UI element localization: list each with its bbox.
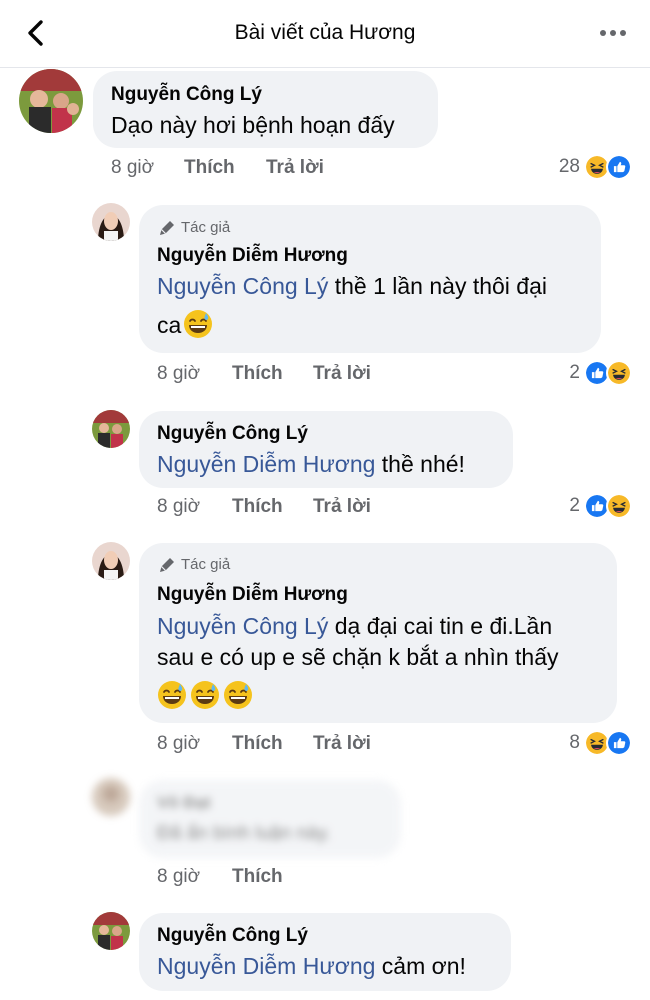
comment-text: dạ đại cai tin e đi.Lần bbox=[328, 613, 553, 639]
haha-reaction-icon bbox=[606, 360, 632, 386]
like-button[interactable]: Thích bbox=[232, 496, 283, 518]
mention-link[interactable]: Nguyễn Công Lý bbox=[157, 273, 328, 299]
comment-bubble[interactable]: Nguyễn Công Lý Nguyễn Diễm Hương thề nhé… bbox=[139, 411, 513, 488]
page-title: Bài viết của Hương bbox=[234, 21, 416, 44]
comment-time: 8 giờ bbox=[157, 496, 201, 517]
reply-button[interactable]: Trả lời bbox=[313, 733, 371, 755]
reaction-count: 2 bbox=[569, 362, 580, 383]
like-reaction-icon bbox=[606, 154, 632, 180]
commenter-name[interactable]: Nguyễn Công Lý bbox=[157, 423, 308, 445]
sweat-smile-emoji bbox=[190, 680, 220, 710]
mention-link[interactable]: Nguyễn Diễm Hương bbox=[157, 451, 375, 477]
comment-text: Dạo này hơi bệnh hoạn đấy bbox=[111, 112, 395, 138]
author-label: Tác giả bbox=[181, 556, 231, 573]
comment-text-line: Nguyễn Công Lý dạ đại cai tin e đi.Lần bbox=[157, 610, 552, 642]
avatar[interactable] bbox=[92, 203, 130, 241]
comment-bubble[interactable]: Nguyễn Công Lý Nguyễn Diễm Hương cảm ơn! bbox=[139, 913, 511, 991]
reply-button[interactable]: Trả lời bbox=[313, 496, 371, 518]
like-button[interactable]: Thích bbox=[232, 733, 283, 755]
pencil-icon bbox=[159, 557, 175, 573]
avatar[interactable] bbox=[92, 778, 130, 816]
reaction-summary[interactable]: 2 bbox=[569, 360, 632, 386]
author-badge: Tác giả bbox=[159, 219, 230, 236]
comment-text: thề 1 lần này thôi đại bbox=[328, 273, 548, 299]
reply-button[interactable]: Trả lời bbox=[266, 157, 324, 179]
like-button[interactable]: Thích bbox=[184, 157, 235, 179]
comment-text-line: Nguyễn Diễm Hương thề nhé! bbox=[157, 448, 465, 480]
avatar[interactable] bbox=[19, 69, 83, 133]
reaction-summary[interactable]: 2 bbox=[569, 493, 632, 519]
comment-text: cảm ơn! bbox=[375, 953, 466, 979]
comment-actions: 8 giờ Thích Trả lời bbox=[157, 363, 627, 389]
reaction-count: 2 bbox=[569, 495, 580, 516]
pencil-icon bbox=[159, 220, 175, 236]
like-button[interactable]: Thích bbox=[232, 866, 283, 888]
comment-text-line: Nguyễn Diễm Hương cảm ơn! bbox=[157, 950, 466, 982]
comment-actions: 8 giờ Thích Trả lời bbox=[157, 733, 627, 759]
reaction-count: 8 bbox=[569, 732, 580, 753]
sweat-smile-emoji bbox=[157, 680, 187, 710]
author-badge: Tác giả bbox=[159, 556, 230, 573]
top-bar: Bài viết của Hương bbox=[0, 0, 650, 68]
comment-text: thề nhé! bbox=[375, 451, 465, 477]
comment-bubble[interactable]: Võ Đạt Đã ẩn bình luận này. bbox=[139, 780, 401, 858]
emoji-row bbox=[157, 680, 253, 710]
commenter-name[interactable]: Nguyễn Công Lý bbox=[157, 925, 308, 947]
author-label: Tác giả bbox=[181, 219, 231, 236]
reaction-summary[interactable]: 28 bbox=[559, 154, 632, 180]
reply-button[interactable]: Trả lời bbox=[313, 363, 371, 385]
reaction-summary[interactable]: 8 bbox=[569, 730, 632, 756]
comment-text-line: Nguyễn Công Lý thề 1 lần này thôi đại bbox=[157, 270, 547, 302]
avatar[interactable] bbox=[92, 912, 130, 950]
comment-actions: 8 giờ Thích Trả lời bbox=[157, 496, 627, 522]
commenter-name[interactable]: Nguyễn Diễm Hương bbox=[157, 245, 348, 267]
haha-reaction-icon bbox=[606, 493, 632, 519]
mention-link[interactable]: Nguyễn Công Lý bbox=[157, 613, 328, 639]
like-button[interactable]: Thích bbox=[232, 363, 283, 385]
comment-bubble[interactable]: Tác giả Nguyễn Diễm Hương Nguyễn Công Lý… bbox=[139, 543, 617, 723]
sweat-smile-emoji bbox=[223, 680, 253, 710]
comment-text: sau e có up e sẽ chặn k bắt a nhìn thấy bbox=[157, 644, 559, 670]
comment-time: 8 giờ bbox=[157, 363, 201, 384]
comment-text-line: ca bbox=[157, 309, 213, 341]
comment-actions: 8 giờ Thích bbox=[157, 866, 457, 892]
avatar[interactable] bbox=[92, 410, 130, 448]
comment-bubble[interactable]: Tác giả Nguyễn Diễm Hương Nguyễn Công Lý… bbox=[139, 205, 601, 353]
comment-time: 8 giờ bbox=[157, 733, 201, 754]
like-reaction-icon bbox=[606, 730, 632, 756]
comment-actions: 8 giờ Thích Trả lời bbox=[111, 157, 631, 183]
commenter-name[interactable]: Võ Đạt bbox=[157, 793, 211, 813]
avatar[interactable] bbox=[92, 542, 130, 580]
commenter-name[interactable]: Nguyễn Diễm Hương bbox=[157, 584, 348, 606]
commenter-name[interactable]: Nguyễn Công Lý bbox=[111, 84, 262, 106]
comment-bubble[interactable]: Nguyễn Công Lý Dạo này hơi bệnh hoạn đấy bbox=[93, 71, 438, 148]
comment-text: ca bbox=[157, 312, 182, 338]
more-icon[interactable] bbox=[598, 20, 628, 46]
sweat-smile-emoji bbox=[183, 309, 213, 339]
reaction-count: 28 bbox=[558, 156, 580, 177]
mention-link[interactable]: Nguyễn Diễm Hương bbox=[157, 953, 375, 979]
comment-time: 8 giờ bbox=[111, 157, 155, 178]
comment-time: 8 giờ bbox=[157, 866, 201, 887]
comment-text: Đã ẩn bình luận này. bbox=[157, 823, 331, 844]
